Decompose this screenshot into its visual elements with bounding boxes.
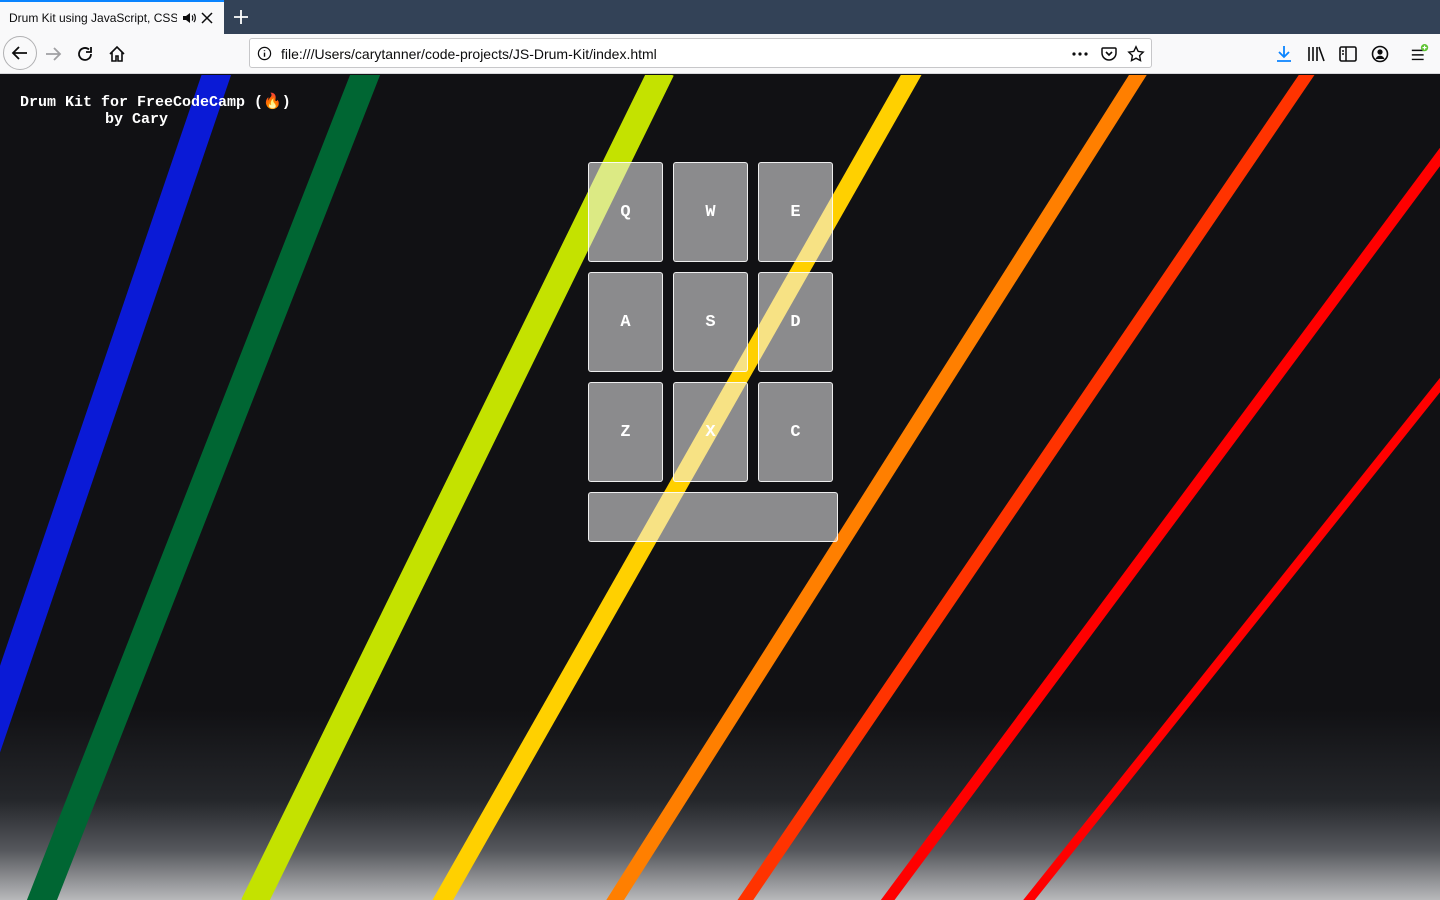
hamburger-menu-icon[interactable] xyxy=(1410,44,1430,64)
url-text[interactable]: file:///Users/carytanner/code-projects/J… xyxy=(281,46,657,62)
stripe-red xyxy=(880,147,1440,900)
close-icon[interactable] xyxy=(200,11,214,25)
drum-pad-a[interactable]: A xyxy=(588,272,663,372)
drum-pad-x[interactable]: X xyxy=(673,382,748,482)
drum-pad-d[interactable]: D xyxy=(758,272,833,372)
page-content: Drum Kit for FreeCodeCamp (🔥) by Cary Q … xyxy=(0,75,1440,900)
drum-pad-w[interactable]: W xyxy=(673,162,748,262)
account-icon[interactable] xyxy=(1370,44,1390,64)
tab-bar: Drum Kit using JavaScript, CSS xyxy=(0,0,1440,34)
url-bar[interactable]: file:///Users/carytanner/code-projects/J… xyxy=(249,38,1152,68)
drum-pad-q[interactable]: Q xyxy=(588,162,663,262)
bookmark-star-icon[interactable] xyxy=(1127,45,1145,63)
drum-pad-e[interactable]: E xyxy=(758,162,833,262)
drum-pad-s[interactable]: S xyxy=(673,272,748,372)
drum-pad-c[interactable]: C xyxy=(758,382,833,482)
home-icon xyxy=(109,45,125,62)
sound-display xyxy=(588,492,838,542)
new-tab-icon[interactable] xyxy=(231,7,251,27)
page-title: Drum Kit for FreeCodeCamp (🔥) by Cary xyxy=(20,94,291,128)
page-title-line2: by Cary xyxy=(104,111,168,128)
sidebar-icon[interactable] xyxy=(1338,44,1358,64)
download-icon[interactable] xyxy=(1274,44,1294,64)
page-title-line1: Drum Kit for FreeCodeCamp (🔥) xyxy=(20,94,291,111)
speaker-icon[interactable] xyxy=(181,10,197,26)
tab-drum-kit[interactable]: Drum Kit using JavaScript, CSS xyxy=(0,0,224,34)
reload-icon xyxy=(78,47,92,61)
library-icon[interactable] xyxy=(1306,44,1326,64)
back-button[interactable] xyxy=(3,36,37,70)
back-arrow-icon xyxy=(11,46,27,60)
drum-pad-z[interactable]: Z xyxy=(588,382,663,482)
forward-arrow-icon xyxy=(46,47,62,61)
info-icon[interactable] xyxy=(257,46,272,61)
forward-button[interactable] xyxy=(37,38,69,70)
home-button[interactable] xyxy=(101,38,133,70)
reload-button[interactable] xyxy=(69,38,101,70)
more-actions-icon[interactable] xyxy=(1070,45,1090,63)
tab-title: Drum Kit using JavaScript, CSS xyxy=(9,11,177,25)
pocket-icon[interactable] xyxy=(1100,45,1118,63)
navigation-bar: file:///Users/carytanner/code-projects/J… xyxy=(0,34,1440,74)
